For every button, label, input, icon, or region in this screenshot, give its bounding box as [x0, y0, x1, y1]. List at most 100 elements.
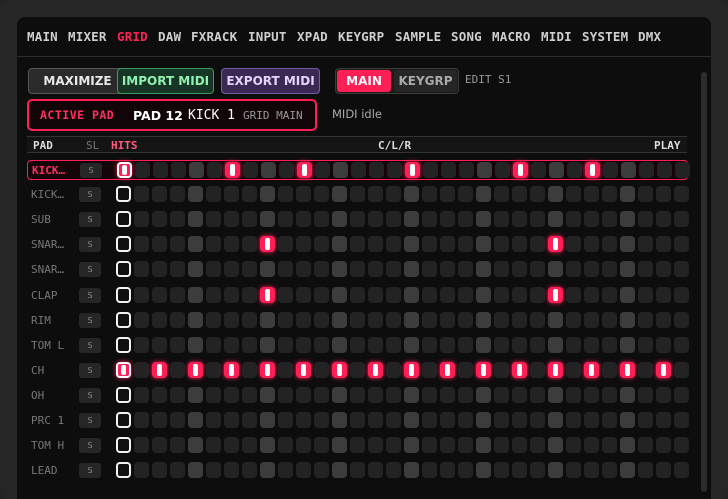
step-cell[interactable]: [476, 386, 491, 403]
step-cell[interactable]: [674, 412, 689, 428]
step-cell[interactable]: [314, 361, 329, 378]
step-cell[interactable]: [260, 286, 275, 303]
step-cell[interactable]: [368, 386, 383, 403]
step-cell[interactable]: [638, 336, 653, 353]
step-cell[interactable]: [170, 311, 185, 328]
step-cell[interactable]: [332, 186, 347, 203]
step-cell[interactable]: [674, 336, 689, 353]
step-cell[interactable]: [476, 361, 491, 378]
step-cell[interactable]: [314, 412, 329, 428]
step-cell[interactable]: [404, 412, 419, 428]
step-cell[interactable]: [512, 286, 527, 303]
nav-tab-song[interactable]: SONG: [451, 29, 482, 44]
step-cell[interactable]: [584, 186, 599, 203]
step-cell[interactable]: [224, 186, 239, 203]
step-cell[interactable]: [296, 261, 311, 278]
step-cell[interactable]: [602, 236, 617, 253]
step-cell[interactable]: [188, 211, 203, 228]
step-cell[interactable]: [602, 462, 617, 479]
step-cell[interactable]: [549, 162, 564, 178]
step-cell[interactable]: [206, 336, 221, 353]
step-cell[interactable]: [297, 162, 312, 178]
step-cell[interactable]: [368, 211, 383, 228]
step-cell[interactable]: [674, 462, 689, 479]
step-cell[interactable]: [332, 412, 347, 428]
step-cell[interactable]: [351, 162, 366, 178]
step-cell[interactable]: [296, 412, 311, 428]
step-cell[interactable]: [116, 311, 131, 328]
step-cell[interactable]: [224, 311, 239, 328]
step-cell[interactable]: [134, 336, 149, 353]
step-cell[interactable]: [242, 386, 257, 403]
step-cell[interactable]: [531, 162, 546, 178]
step-cell[interactable]: [566, 437, 581, 454]
solo-button[interactable]: S: [80, 163, 102, 178]
step-cell[interactable]: [422, 236, 437, 253]
step-cell[interactable]: [350, 361, 365, 378]
step-cell[interactable]: [386, 336, 401, 353]
step-cell[interactable]: [404, 386, 419, 403]
step-cell[interactable]: [350, 386, 365, 403]
nav-tab-sample[interactable]: SAMPLE: [395, 29, 441, 44]
solo-button[interactable]: S: [79, 187, 101, 203]
step-cell[interactable]: [584, 437, 599, 454]
pad-row-name[interactable]: PRC 1: [31, 414, 77, 427]
step-cell[interactable]: [134, 462, 149, 479]
step-cell[interactable]: [548, 211, 563, 228]
step-cell[interactable]: [476, 462, 491, 479]
step-cell[interactable]: [548, 186, 563, 203]
step-cell[interactable]: [152, 462, 167, 479]
step-cell[interactable]: [260, 386, 275, 403]
step-cell[interactable]: [638, 286, 653, 303]
step-cell[interactable]: [512, 311, 527, 328]
import-midi-button[interactable]: IMPORT MIDI: [117, 68, 214, 94]
step-cell[interactable]: [458, 336, 473, 353]
step-cell[interactable]: [656, 186, 671, 203]
step-cell[interactable]: [134, 412, 149, 428]
nav-tab-main[interactable]: MAIN: [27, 29, 58, 44]
step-cell[interactable]: [620, 311, 635, 328]
step-cell[interactable]: [332, 386, 347, 403]
step-cell[interactable]: [170, 386, 185, 403]
step-cell[interactable]: [314, 462, 329, 479]
step-cell[interactable]: [332, 286, 347, 303]
step-cell[interactable]: [674, 261, 689, 278]
step-cell[interactable]: [620, 437, 635, 454]
step-cell[interactable]: [530, 286, 545, 303]
step-cell[interactable]: [224, 361, 239, 378]
step-cell[interactable]: [242, 311, 257, 328]
step-cell[interactable]: [224, 462, 239, 479]
step-cell[interactable]: [296, 386, 311, 403]
step-cell[interactable]: [314, 236, 329, 253]
step-cell[interactable]: [386, 261, 401, 278]
step-cell[interactable]: [548, 336, 563, 353]
step-cell[interactable]: [440, 361, 455, 378]
step-cell[interactable]: [422, 311, 437, 328]
step-cell[interactable]: [260, 336, 275, 353]
step-cell[interactable]: [458, 236, 473, 253]
step-cell[interactable]: [548, 462, 563, 479]
step-cell[interactable]: [188, 286, 203, 303]
step-cell[interactable]: [404, 437, 419, 454]
step-cell[interactable]: [404, 261, 419, 278]
step-cell[interactable]: [458, 261, 473, 278]
solo-button[interactable]: S: [79, 438, 101, 454]
solo-button[interactable]: S: [79, 413, 101, 428]
step-cell[interactable]: [206, 462, 221, 479]
step-cell[interactable]: [296, 186, 311, 203]
step-cell[interactable]: [423, 162, 438, 178]
step-cell[interactable]: [566, 412, 581, 428]
step-cell[interactable]: [368, 286, 383, 303]
step-cell[interactable]: [440, 186, 455, 203]
pad-row-name[interactable]: CH: [31, 364, 77, 377]
step-cell[interactable]: [585, 162, 600, 178]
step-cell[interactable]: [368, 437, 383, 454]
step-cell[interactable]: [350, 437, 365, 454]
step-cell[interactable]: [188, 437, 203, 454]
step-cell[interactable]: [368, 261, 383, 278]
step-cell[interactable]: [548, 261, 563, 278]
step-cell[interactable]: [206, 386, 221, 403]
step-cell[interactable]: [116, 286, 131, 303]
step-cell[interactable]: [278, 462, 293, 479]
step-cell[interactable]: [278, 211, 293, 228]
